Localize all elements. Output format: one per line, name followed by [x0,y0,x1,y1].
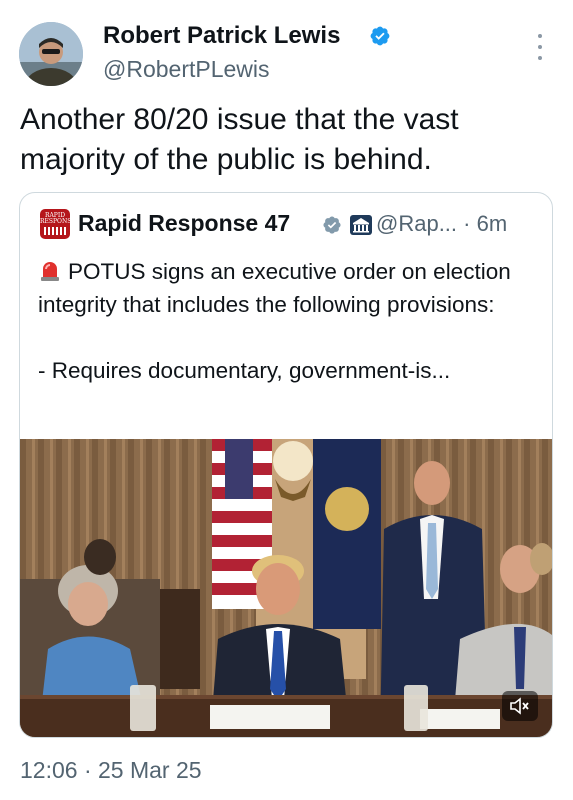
verified-badge-icon [370,26,390,46]
tweet-timestamp[interactable]: 12:06 · 25 Mar 25 [20,757,202,784]
mute-toggle-button[interactable] [502,691,538,721]
quoted-tweet-text: POTUS signs an executive order on electi… [38,255,543,387]
siren-icon [41,262,59,281]
white-house-icon [350,215,372,235]
author-handle[interactable]: @RobertPLewis [103,56,270,83]
quoted-tweet-time[interactable]: · 6m [463,211,507,236]
tweet-text: Another 80/20 issue that the vast majori… [20,103,459,176]
author-name[interactable]: Robert Patrick Lewis [103,22,340,50]
quoted-tweet-card[interactable]: RAPIDRESPONSE Rapid Response 47 @Rap... … [19,192,553,738]
gray-verified-badge-icon [323,216,341,234]
video-frame [20,439,552,737]
avatar-photo [19,22,83,86]
quoted-author-handle[interactable]: @Rap... [376,211,457,236]
more-options-icon[interactable] [533,34,547,60]
rapid-response-logo: RAPIDRESPONSE [40,209,70,239]
speaker-muted-icon [510,697,529,715]
video-player[interactable] [20,439,552,737]
quoted-tweet-body: POTUS signs an executive order on electi… [38,259,511,383]
quoted-author-meta[interactable]: @Rap... · 6m [376,211,507,237]
avatar[interactable] [19,22,83,86]
quoted-author-name[interactable]: Rapid Response 47 [78,210,290,237]
